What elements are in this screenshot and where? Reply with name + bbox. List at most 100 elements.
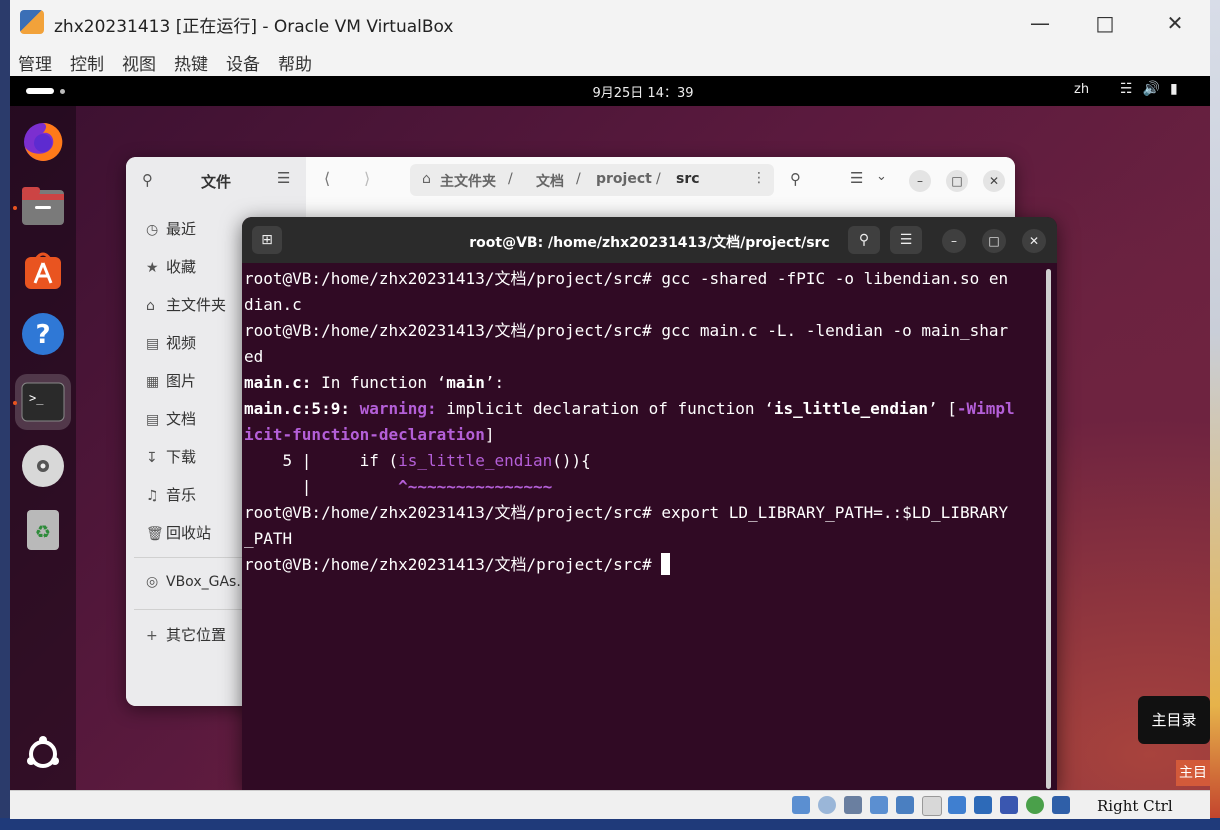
path-separator: / bbox=[508, 171, 513, 187]
sidebar-item-starred[interactable]: ★ 收藏 bbox=[146, 256, 196, 277]
search-icon[interactable]: ⚲ bbox=[790, 170, 801, 188]
menu-view[interactable]: 视图 bbox=[122, 50, 156, 75]
back-button[interactable]: ⟨ bbox=[324, 169, 330, 188]
terminal-line: root@VB:/home/zhx20231413/文档/project/src… bbox=[244, 269, 1009, 288]
usb-icon[interactable] bbox=[896, 796, 914, 814]
files-header: ⟨ ⟩ ⌂ 主文件夹 / 文档 / project / src ⋮ ⚲ ☰ ⌄ … bbox=[306, 157, 1015, 203]
trash-icon[interactable]: ♻ bbox=[21, 508, 65, 552]
app-center-icon[interactable] bbox=[21, 248, 65, 292]
network-icon[interactable] bbox=[870, 796, 888, 814]
video-capture-icon[interactable] bbox=[974, 796, 992, 814]
svg-text:♻: ♻ bbox=[35, 522, 51, 543]
running-indicator bbox=[13, 206, 17, 210]
close-button[interactable]: ✕ bbox=[983, 170, 1005, 192]
image-icon: ▦ bbox=[146, 374, 160, 390]
input-language[interactable]: zh bbox=[1074, 82, 1089, 97]
music-icon: ♫ bbox=[146, 488, 159, 504]
hard-disk-icon[interactable] bbox=[792, 796, 810, 814]
sidebar-item-music[interactable]: ♫ 音乐 bbox=[146, 484, 196, 505]
system-tray[interactable]: ☵ 🔊 ▮ bbox=[1120, 81, 1188, 97]
sidebar-item-vbox-gas[interactable]: ◎ VBox_GAs... bbox=[146, 574, 250, 590]
minimize-button[interactable]: – bbox=[942, 229, 966, 253]
firefox-icon[interactable] bbox=[21, 120, 65, 164]
sidebar-item-home[interactable]: ⌂ 主文件夹 bbox=[146, 294, 226, 315]
document-icon: ▤ bbox=[146, 412, 160, 428]
ubuntu-logo-icon[interactable] bbox=[21, 732, 65, 776]
chevron-down-icon[interactable]: ⌄ bbox=[876, 169, 887, 184]
list-view-icon[interactable]: ☰ bbox=[850, 169, 863, 187]
terminal-output[interactable]: root@VB:/home/zhx20231413/文档/project/src… bbox=[244, 266, 1044, 786]
terminal-window: ⊞ root@VB: /home/zhx20231413/文档/project/… bbox=[242, 217, 1057, 790]
vbox-statusbar: Right Ctrl bbox=[10, 790, 1210, 819]
search-button[interactable]: ⚲ bbox=[848, 226, 880, 254]
trash-icon: 🗑 bbox=[146, 526, 164, 542]
sidebar-item-downloads[interactable]: ↧ 下载 bbox=[146, 446, 196, 467]
optical-drive-icon[interactable] bbox=[818, 796, 836, 814]
maximize-button[interactable]: □ bbox=[1085, 8, 1125, 38]
host-desktop-strip bbox=[1210, 0, 1220, 830]
sidebar-item-pictures[interactable]: ▦ 图片 bbox=[146, 370, 196, 391]
minimize-button[interactable]: – bbox=[909, 170, 931, 192]
vbox-titlebar: zhx20231413 [正在运行] - Oracle VM VirtualBo… bbox=[10, 0, 1210, 46]
sidebar-item-documents[interactable]: ▤ 文档 bbox=[146, 408, 196, 429]
path-documents[interactable]: 文档 bbox=[536, 171, 564, 191]
terminal-header: ⊞ root@VB: /home/zhx20231413/文档/project/… bbox=[242, 217, 1057, 263]
path-bar[interactable]: ⌂ 主文件夹 / 文档 / project / src ⋮ bbox=[410, 164, 774, 196]
host-taskbar bbox=[0, 818, 1220, 830]
maximize-button[interactable]: □ bbox=[946, 170, 968, 192]
running-indicator bbox=[13, 401, 17, 405]
guest-screen: 9月25日 14：39 zh ☵ 🔊 ▮ ? >_ ♻ ⚲ 文件 ☰ ◷ 最近 … bbox=[10, 76, 1210, 790]
help-icon[interactable]: ? bbox=[21, 312, 65, 356]
files-title: 文件 bbox=[201, 173, 232, 191]
audio-icon[interactable] bbox=[844, 796, 862, 814]
more-icon[interactable]: ⋮ bbox=[752, 170, 766, 186]
svg-text:?: ? bbox=[35, 320, 50, 350]
host-home-label: 主目 bbox=[1176, 760, 1210, 786]
home-icon: ⌂ bbox=[422, 171, 431, 187]
guest-additions-icon[interactable] bbox=[1026, 796, 1044, 814]
files-icon[interactable] bbox=[21, 184, 65, 228]
path-src[interactable]: src bbox=[676, 171, 700, 187]
mouse-integration-icon[interactable] bbox=[1052, 796, 1070, 814]
menu-devices[interactable]: 设备 bbox=[226, 50, 260, 75]
dvd-icon[interactable] bbox=[21, 444, 65, 488]
terminal-line: 5 | if (is_little_endian()){ bbox=[244, 451, 591, 470]
clock-icon: ◷ bbox=[146, 222, 159, 238]
sidebar-item-other-locations[interactable]: + 其它位置 bbox=[146, 624, 226, 645]
path-home[interactable]: 主文件夹 bbox=[440, 171, 496, 191]
terminal-icon[interactable]: >_ bbox=[15, 374, 71, 430]
gnome-topbar: 9月25日 14：39 zh ☵ 🔊 ▮ bbox=[10, 76, 1210, 106]
vt-x-icon[interactable] bbox=[1000, 796, 1018, 814]
maximize-button[interactable]: □ bbox=[982, 229, 1006, 253]
menu-manage[interactable]: 管理 bbox=[18, 50, 52, 75]
menu-button[interactable]: ☰ bbox=[890, 226, 922, 254]
search-icon[interactable]: ⚲ bbox=[142, 171, 153, 189]
display-icon[interactable] bbox=[948, 796, 966, 814]
menu-icon[interactable]: ☰ bbox=[277, 169, 290, 187]
terminal-line: _PATH bbox=[244, 529, 293, 548]
terminal-line: ed bbox=[244, 347, 264, 366]
minimize-button[interactable]: — bbox=[1020, 8, 1060, 38]
menu-help[interactable]: 帮助 bbox=[278, 50, 312, 75]
menu-control[interactable]: 控制 bbox=[70, 50, 104, 75]
forward-button[interactable]: ⟩ bbox=[364, 169, 370, 188]
close-button[interactable]: ✕ bbox=[1022, 229, 1046, 253]
svg-text:>_: >_ bbox=[29, 391, 44, 405]
terminal-line: dian.c bbox=[244, 295, 302, 314]
plus-icon: + bbox=[146, 628, 158, 644]
terminal-cursor bbox=[661, 553, 671, 575]
sidebar-item-recent[interactable]: ◷ 最近 bbox=[146, 218, 196, 239]
terminal-scrollbar[interactable] bbox=[1046, 269, 1051, 789]
menu-hotkey[interactable]: 热键 bbox=[174, 50, 208, 75]
terminal-line: root@VB:/home/zhx20231413/文档/project/src… bbox=[244, 503, 1009, 522]
sidebar-item-videos[interactable]: ▤ 视频 bbox=[146, 332, 196, 353]
clock[interactable]: 9月25日 14：39 bbox=[10, 82, 1210, 101]
sidebar-item-trash[interactable]: 🗑 回收站 bbox=[146, 522, 211, 543]
virtualbox-logo-icon bbox=[20, 10, 44, 34]
vbox-menubar: 管理 控制 视图 热键 设备 帮助 bbox=[10, 46, 1210, 76]
star-icon: ★ bbox=[146, 260, 159, 276]
terminal-line: | ^~~~~~~~~~~~~~~~ bbox=[244, 477, 553, 496]
shared-folders-icon[interactable] bbox=[922, 796, 942, 816]
path-project[interactable]: project bbox=[596, 171, 652, 187]
close-button[interactable]: ✕ bbox=[1155, 8, 1195, 38]
